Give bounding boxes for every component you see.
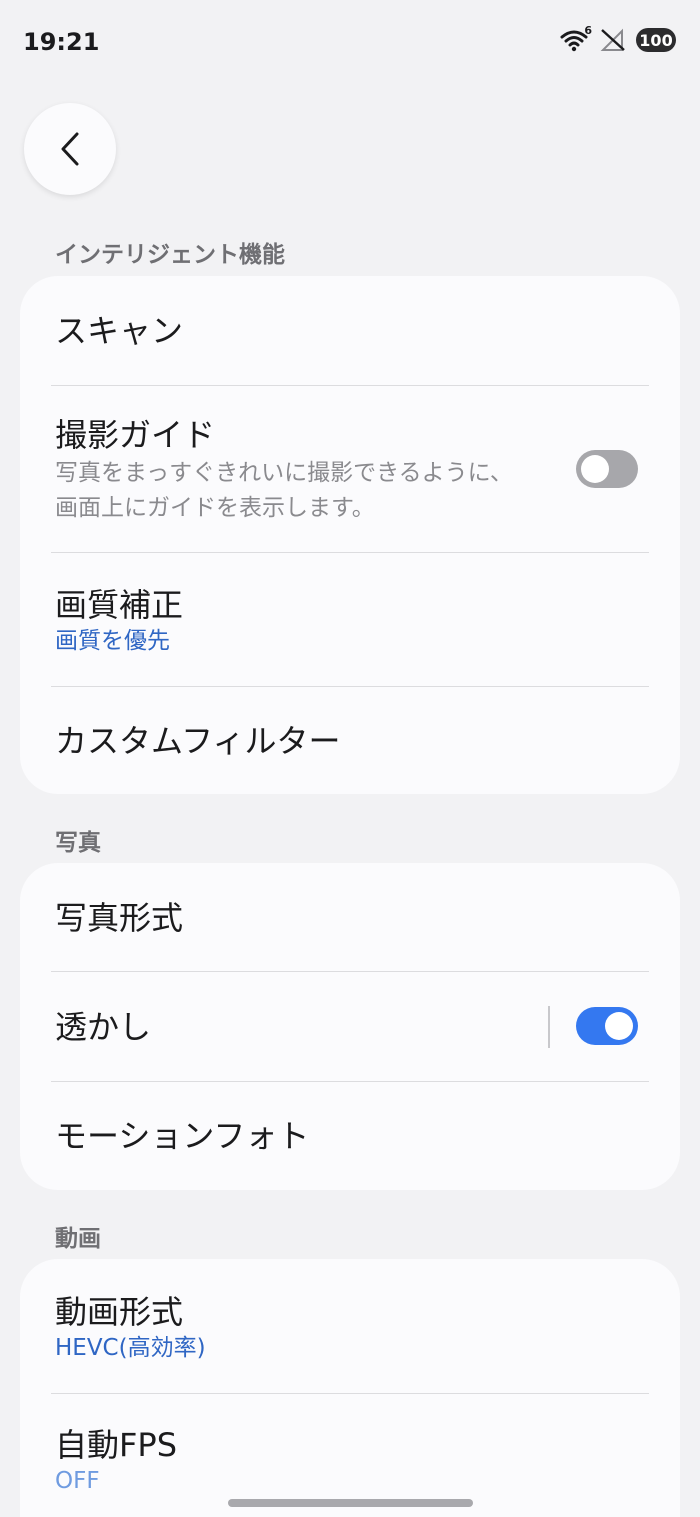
setting-title: 動画形式: [55, 1292, 184, 1331]
chevron-left-icon: [58, 131, 82, 167]
setting-item-auto-fps-text: 自動FPS OFF: [55, 1424, 177, 1496]
setting-item-video-format[interactable]: 動画形式 HEVC(高効率): [20, 1259, 680, 1394]
status-icons: 6 100: [560, 24, 676, 52]
setting-item-motion-photo-text: モーションフォト: [55, 1115, 309, 1157]
setting-item-motion-photo[interactable]: モーションフォト: [20, 1082, 680, 1190]
setting-title: スキャン: [55, 312, 184, 350]
setting-item-scan[interactable]: スキャン: [20, 276, 680, 386]
home-indicator[interactable]: [228, 1499, 473, 1507]
setting-item-shooting-guide[interactable]: 撮影ガイド 写真をまっすぐきれいに撮影できるように、画面上にガイドを表示します。: [20, 386, 680, 553]
setting-item-shooting-guide-text: 撮影ガイド 写真をまっすぐきれいに撮影できるように、画面上にガイドを表示します。: [55, 414, 535, 526]
wifi-badge: 6: [584, 24, 592, 37]
setting-item-custom-filter-text: カスタムフィルター: [55, 720, 340, 762]
setting-item-custom-filter[interactable]: カスタムフィルター: [20, 687, 680, 794]
setting-item-image-correction[interactable]: 画質補正 画質を優先: [20, 553, 680, 687]
setting-item-photo-format-text: 写真形式: [55, 897, 183, 939]
setting-title: 自動FPS: [55, 1426, 178, 1464]
setting-value: HEVC(高効率): [55, 1334, 206, 1361]
setting-title: 撮影ガイド: [55, 415, 216, 454]
setting-item-scan-text: スキャン: [55, 310, 183, 352]
setting-value: OFF: [55, 1468, 100, 1494]
shooting-guide-toggle[interactable]: [576, 450, 638, 488]
section-header-video: 動画: [55, 1226, 101, 1252]
setting-description: 写真をまっすぐきれいに撮影できるように、画面上にガイドを表示します。: [55, 459, 513, 521]
setting-item-watermark-text: 透かし: [55, 1006, 151, 1048]
setting-title: モーションフォト: [55, 1117, 310, 1155]
setting-value: 画質を優先: [55, 628, 170, 654]
card-photo: 写真形式 透かし モーションフォト: [20, 863, 680, 1190]
battery-icon: 100: [636, 28, 676, 52]
wifi-icon: 6: [560, 24, 592, 52]
setting-title: カスタムフィルター: [55, 721, 341, 760]
status-bar: 19:21 6 100: [0, 0, 700, 84]
setting-item-video-format-text: 動画形式 HEVC(高効率): [55, 1291, 206, 1363]
setting-title: 写真形式: [55, 898, 184, 937]
setting-item-image-correction-text: 画質補正 画質を優先: [55, 584, 183, 656]
toggle-knob: [581, 455, 609, 483]
no-signal-icon: [600, 28, 626, 52]
setting-item-photo-format[interactable]: 写真形式: [20, 863, 680, 972]
section-header-photo: 写真: [55, 830, 101, 856]
section-header-intelligent: インテリジェント機能: [55, 242, 285, 268]
vertical-separator: [548, 1006, 550, 1048]
setting-title: 画質補正: [55, 586, 184, 624]
setting-title: 透かし: [55, 1008, 152, 1046]
back-button[interactable]: [24, 103, 116, 195]
status-time: 19:21: [23, 28, 100, 56]
setting-item-watermark[interactable]: 透かし: [20, 972, 680, 1082]
card-video: 動画形式 HEVC(高効率) 自動FPS OFF: [20, 1259, 680, 1517]
watermark-toggle[interactable]: [576, 1007, 638, 1045]
card-intelligent: スキャン 撮影ガイド 写真をまっすぐきれいに撮影できるように、画面上にガイドを表…: [20, 276, 680, 794]
toggle-knob: [605, 1012, 633, 1040]
